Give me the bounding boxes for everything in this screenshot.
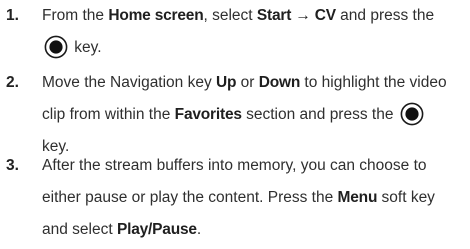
bold-term: Favorites xyxy=(174,106,242,123)
bold-term: Play/Pause xyxy=(116,221,197,238)
bold-term: Up xyxy=(216,74,237,91)
step-line: key. xyxy=(42,32,467,64)
text-run: , select xyxy=(203,7,257,24)
text-run: clip from within the xyxy=(42,106,175,123)
step-line: Move the Navigation key Up or Down to hi… xyxy=(42,67,467,99)
text-run: From the xyxy=(42,7,109,24)
step-line: After the stream buffers into memory, yo… xyxy=(42,150,467,182)
step-line: From the Home screen, select Start → CV … xyxy=(42,0,467,32)
step-text: After the stream buffers into memory, yo… xyxy=(42,150,467,246)
text-run: and press the xyxy=(335,7,435,24)
text-run: section and press the xyxy=(241,106,398,123)
text-run: and select xyxy=(42,221,117,238)
bold-term: Down xyxy=(258,74,301,91)
bold-term: Menu xyxy=(337,189,378,206)
step-number: 1. xyxy=(6,7,19,24)
text-run: key. xyxy=(70,39,102,56)
text-run: either pause or play the content. Press … xyxy=(42,189,338,206)
text-run: soft key xyxy=(377,189,435,206)
ok-key-icon xyxy=(400,102,424,126)
text-run: Move the Navigation key xyxy=(42,74,217,91)
step-text: Move the Navigation key Up or Down to hi… xyxy=(42,67,467,163)
step-line: either pause or play the content. Press … xyxy=(42,182,467,214)
step-line: clip from within the Favorites section a… xyxy=(42,99,467,131)
bold-term: Home screen xyxy=(108,7,204,24)
step-number: 2. xyxy=(6,74,19,91)
step-line: and select Play/Pause. xyxy=(42,214,467,246)
step-number: 3. xyxy=(6,157,19,174)
bold-term: Start → CV xyxy=(256,7,336,24)
text-run: to highlight the video xyxy=(300,74,447,91)
text-run: . xyxy=(196,221,202,238)
step-text: From the Home screen, select Start → CV … xyxy=(42,0,467,64)
text-run: After the stream buffers into memory, yo… xyxy=(42,157,427,174)
ok-key-icon xyxy=(44,35,68,59)
text-run: or xyxy=(236,74,259,91)
